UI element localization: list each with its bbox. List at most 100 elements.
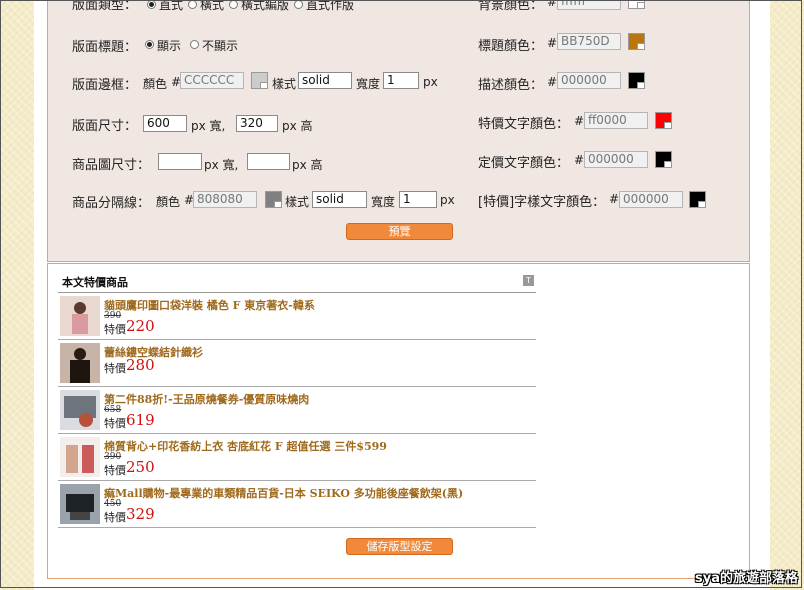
divider-style-label: 樣式 xyxy=(285,195,310,209)
product-price-3: 619 xyxy=(126,411,155,429)
divider-color-label: 顏色 xyxy=(156,195,181,209)
border-width-input[interactable]: 1 xyxy=(383,72,419,89)
box-title: 本文特價商品 xyxy=(62,276,128,289)
layout-type-radio-2[interactable] xyxy=(229,0,238,9)
special-word-color-label: [特價]字樣文字顏色： xyxy=(478,195,606,210)
show-title-radio-1[interactable] xyxy=(190,40,199,49)
save-template-button[interactable]: 儲存版型設定 xyxy=(346,538,453,555)
product-price-1: 220 xyxy=(126,317,155,335)
blog-watermark: sya的旅遊部落格 xyxy=(695,571,798,586)
show-title-option-0: 顯示 xyxy=(157,39,182,53)
size-label: 版面尺寸： xyxy=(72,119,138,134)
special-text-color-label: 特價文字顏色： xyxy=(478,117,570,132)
size-width-input[interactable]: 600 xyxy=(143,115,187,132)
show-title-option-1: 不顯示 xyxy=(202,39,239,53)
special-label-3: 特價 xyxy=(104,417,126,430)
special-label-4: 特價 xyxy=(104,464,126,477)
special-label-1: 特價 xyxy=(104,323,126,336)
title-color-label: 標題顏色： xyxy=(478,39,544,54)
text-icon[interactable]: T xyxy=(523,275,534,286)
product-price-2: 280 xyxy=(126,356,155,374)
special-word-color-picker[interactable] xyxy=(689,191,706,208)
title-color-picker[interactable] xyxy=(628,33,645,50)
special-word-color-input[interactable]: 000000 xyxy=(619,191,683,208)
product-thumbnail-5 xyxy=(60,484,100,524)
special-products-box: 本文特價商品 T 貓頭鷹印圖口袋洋裝 橘色 F 東京著衣-韓系 390 特價 2… xyxy=(58,270,536,530)
preview-button[interactable]: 預覽 xyxy=(346,223,453,240)
layout-type-radio-0[interactable] xyxy=(147,0,156,9)
border-label: 版面邊框： xyxy=(72,78,138,93)
special-label-5: 特價 xyxy=(104,511,126,524)
product-original-price-1: 390 xyxy=(104,311,122,321)
fixed-text-color-picker[interactable] xyxy=(655,151,672,168)
product-item-2[interactable]: 蕾絲鏤空蝶結針織衫 特價 280 xyxy=(58,340,536,387)
product-name-5[interactable]: 痲Mall購物-最專業的車類精品百貨-日本 SEIKO 多功能後座餐飲架(黑) xyxy=(104,485,463,501)
product-original-price-4: 390 xyxy=(104,452,122,462)
border-color-input[interactable]: CCCCCC xyxy=(180,72,244,89)
divider-width-label: 寬度 xyxy=(371,195,396,209)
product-price-4: 250 xyxy=(126,458,155,476)
border-width-unit: px xyxy=(423,75,438,89)
layout-type-option-3: 直式作版 xyxy=(306,0,355,12)
product-item-4[interactable]: 棉質背心+印花香紡上衣 杏底紅花 F 超值任選 三件$599 390 特價 25… xyxy=(58,434,536,481)
size-width-unit: px 寬, xyxy=(191,119,226,133)
size-height-input[interactable]: 320 xyxy=(236,115,278,132)
product-name-3[interactable]: 第二件88折!-王品原燒餐券-優質原味燒肉 xyxy=(104,391,309,407)
border-width-label: 寬度 xyxy=(356,77,381,91)
layout-type-label: 版面類型： xyxy=(72,0,138,13)
image-size-label: 商品圖尺寸： xyxy=(72,158,151,173)
special-text-color-input[interactable]: ff0000 xyxy=(584,112,648,129)
desc-color-hash: # xyxy=(547,75,558,89)
image-width-input[interactable] xyxy=(158,153,202,170)
special-text-color-picker[interactable] xyxy=(655,112,672,129)
desc-color-label: 描述顏色： xyxy=(478,78,544,93)
product-price-5: 329 xyxy=(126,505,155,523)
fixed-text-color-label: 定價文字顏色： xyxy=(478,156,570,171)
border-color-label: 顏色 xyxy=(143,77,168,91)
divider-color-picker[interactable] xyxy=(265,191,282,208)
layout-type-option-1: 橫式 xyxy=(200,0,225,12)
bg-color-input[interactable]: ffffff xyxy=(557,0,621,10)
product-thumbnail-4 xyxy=(60,437,100,477)
border-style-label: 樣式 xyxy=(272,77,297,91)
show-title-label: 版面標題： xyxy=(72,40,138,55)
divider-width-input[interactable]: 1 xyxy=(399,191,437,208)
desc-color-picker[interactable] xyxy=(628,72,645,89)
product-item-1[interactable]: 貓頭鷹印圖口袋洋裝 橘色 F 東京著衣-韓系 390 特價 220 xyxy=(58,293,536,340)
size-height-unit: px 高 xyxy=(282,119,313,133)
product-thumbnail-3 xyxy=(60,390,100,430)
layout-type-radio-3[interactable] xyxy=(294,0,303,9)
product-name-4[interactable]: 棉質背心+印花香紡上衣 杏底紅花 F 超值任選 三件$599 xyxy=(104,438,387,454)
border-style-input[interactable]: solid xyxy=(298,72,352,89)
product-original-price-5: 450 xyxy=(104,499,122,509)
image-width-unit: px 寬, xyxy=(204,158,239,172)
special-word-color-hash: # xyxy=(609,192,620,206)
product-thumbnail-1 xyxy=(60,296,100,336)
special-text-color-hash: # xyxy=(574,114,585,128)
image-height-unit: px 高 xyxy=(292,158,323,172)
layout-type-option-0: 直式 xyxy=(159,0,184,12)
divider-width-unit: px xyxy=(440,193,455,207)
layout-type-radio-1[interactable] xyxy=(188,0,197,9)
image-height-input[interactable] xyxy=(247,153,290,170)
layout-type-option-2: 橫式編版 xyxy=(241,0,290,12)
bg-color-picker[interactable] xyxy=(628,0,645,9)
bg-color-hash: # xyxy=(547,0,558,9)
title-color-hash: # xyxy=(547,36,558,50)
product-thumbnail-2 xyxy=(60,343,100,383)
desc-color-input[interactable]: 000000 xyxy=(557,72,621,89)
divider-style-input[interactable]: solid xyxy=(312,191,367,208)
product-name-1[interactable]: 貓頭鷹印圖口袋洋裝 橘色 F 東京著衣-韓系 xyxy=(104,297,315,313)
divider-label: 商品分隔線： xyxy=(72,196,151,211)
product-original-price-3: 658 xyxy=(104,405,122,415)
product-item-5[interactable]: 痲Mall購物-最專業的車類精品百貨-日本 SEIKO 多功能後座餐飲架(黑) … xyxy=(58,481,536,528)
divider-color-input[interactable]: 808080 xyxy=(193,191,257,208)
special-label-2: 特價 xyxy=(104,362,126,375)
border-color-picker[interactable] xyxy=(251,72,268,89)
show-title-radio-0[interactable] xyxy=(145,40,154,49)
bg-color-label: 背景顏色： xyxy=(478,0,544,13)
product-item-3[interactable]: 第二件88折!-王品原燒餐券-優質原味燒肉 658 特價 619 xyxy=(58,387,536,434)
fixed-text-color-input[interactable]: 000000 xyxy=(584,151,648,168)
fixed-text-color-hash: # xyxy=(574,153,585,167)
title-color-input[interactable]: BB750D xyxy=(557,33,621,50)
